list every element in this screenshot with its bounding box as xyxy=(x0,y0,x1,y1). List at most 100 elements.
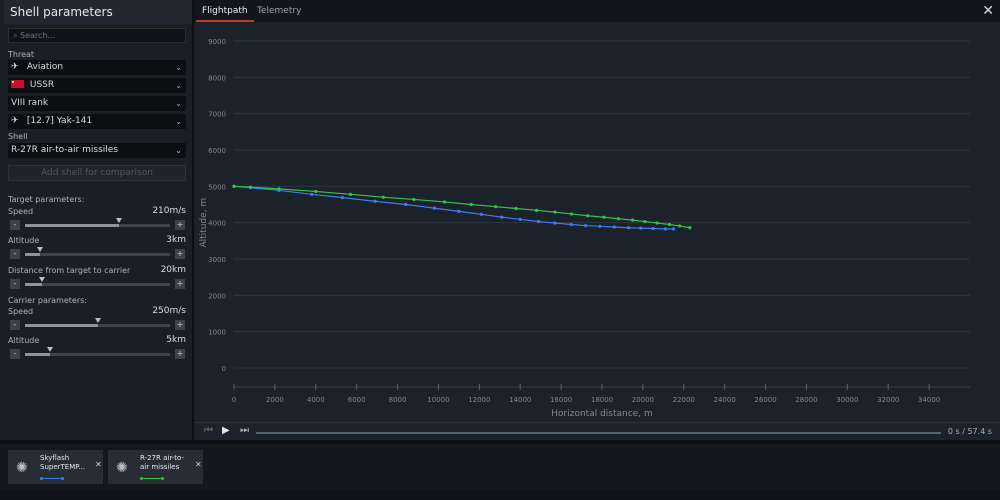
x-tick-label: 18000 xyxy=(591,396,613,404)
close-icon[interactable]: ✕ xyxy=(982,3,994,19)
x-tick-label: 8000 xyxy=(389,396,407,404)
panel-title: Shell parameters xyxy=(4,0,192,24)
comparison-card[interactable]: ✺ R-27R air-to-air missiles xyxy=(108,450,203,484)
data-point xyxy=(626,226,631,230)
slider-fill xyxy=(25,353,50,356)
distance-label: Distance from target to carrier xyxy=(8,266,131,275)
slider-thumb[interactable] xyxy=(39,277,46,282)
skip-back-icon[interactable]: ⏮ xyxy=(204,425,213,436)
timeline-scrubber[interactable] xyxy=(256,432,941,434)
x-tick-label: 4000 xyxy=(307,396,325,404)
playback-time: 0 s / 57.4 s xyxy=(948,427,992,436)
slider-fill xyxy=(25,224,120,227)
carrier-altitude-label: Altitude xyxy=(8,336,40,345)
carrier-speed-slider[interactable] xyxy=(25,318,170,327)
y-tick-label: 4000 xyxy=(208,220,226,228)
data-point xyxy=(469,202,473,207)
series-color-line xyxy=(140,477,164,480)
rank-select[interactable]: VIII rank ⌄ xyxy=(8,96,186,111)
data-point xyxy=(457,209,461,214)
data-point xyxy=(655,221,659,225)
slider-thumb[interactable] xyxy=(46,347,53,352)
tab-flightpath[interactable]: Flightpath xyxy=(196,0,254,22)
target-speed-slider[interactable] xyxy=(25,218,170,227)
data-point xyxy=(688,226,692,230)
carrier-speed-plus-button[interactable]: + xyxy=(175,320,185,330)
threat-type-select[interactable]: ✈ Aviation ⌄ xyxy=(8,60,186,75)
ussr-flag-icon xyxy=(11,80,24,88)
distance-slider[interactable] xyxy=(25,277,170,286)
x-tick-label: 20000 xyxy=(632,396,654,404)
comparison-bar: ✺ Skyflash SuperTEMP... ✕ ✺ R-27R air-to… xyxy=(0,444,1000,500)
total-time: 57.4 s xyxy=(967,427,992,436)
target-altitude-minus-button[interactable]: - xyxy=(10,249,20,259)
target-altitude-slider[interactable] xyxy=(25,247,170,256)
skip-forward-icon[interactable]: ⏭ xyxy=(240,425,249,436)
slider-thumb[interactable] xyxy=(94,318,101,323)
y-tick-label: 8000 xyxy=(208,74,226,82)
y-tick-label: 3000 xyxy=(208,256,226,264)
data-point xyxy=(534,208,539,212)
time-separator: / xyxy=(962,427,965,436)
carrier-altitude-slider[interactable] xyxy=(25,347,170,356)
carrier-altitude-plus-button[interactable]: + xyxy=(175,349,185,359)
data-point xyxy=(612,225,616,229)
distance-minus-button[interactable]: - xyxy=(10,279,20,289)
carrier-speed-value: 250m/s xyxy=(152,306,186,316)
carrier-altitude-minus-button[interactable]: - xyxy=(10,349,20,359)
shell-select[interactable]: R-27R air-to-air missiles ⌄ xyxy=(8,143,186,158)
play-icon[interactable]: ▶ xyxy=(222,425,230,436)
x-tick-label: 2000 xyxy=(266,396,284,404)
data-point xyxy=(651,226,655,231)
target-speed-value: 210m/s xyxy=(152,206,186,216)
carrier-speed-minus-button[interactable]: - xyxy=(10,320,20,330)
comparison-card[interactable]: ✺ Skyflash SuperTEMP... xyxy=(8,450,103,484)
data-point xyxy=(598,224,602,228)
data-point xyxy=(631,218,635,222)
target-altitude-value: 3km xyxy=(166,235,186,245)
data-point xyxy=(639,226,643,230)
distance-plus-button[interactable]: + xyxy=(175,279,185,289)
target-speed-minus-button[interactable]: - xyxy=(10,220,20,230)
remove-comparison-icon[interactable]: ✕ xyxy=(95,460,102,469)
vehicle-select[interactable]: ✈ [12.7] Yak-141 ⌄ xyxy=(8,114,186,129)
target-altitude-plus-button[interactable]: + xyxy=(175,249,185,259)
x-axis-label: Horizontal distance, m xyxy=(551,409,652,419)
add-shell-button[interactable]: Add shell for comparison xyxy=(8,165,186,181)
x-tick-label: 24000 xyxy=(714,396,736,404)
x-tick-label: 10000 xyxy=(427,396,449,404)
x-tick-label: 0 xyxy=(232,396,236,404)
x-tick-label: 30000 xyxy=(836,396,858,404)
target-altitude-label: Altitude xyxy=(8,236,40,245)
flightpath-chart: 0 1000 2000 3000 4000 5000 6000 7000 8000 9000 0 20… xyxy=(194,22,1000,420)
carrier-params-label: Carrier parameters: xyxy=(8,296,87,305)
vehicle-value: [12.7] Yak-141 xyxy=(26,116,93,126)
country-select[interactable]: USSR ⌄ xyxy=(8,78,186,93)
data-point xyxy=(553,221,557,225)
carrier-speed-label: Speed xyxy=(8,307,34,316)
data-point xyxy=(232,184,236,188)
x-tick-label: 28000 xyxy=(795,396,817,404)
series-line xyxy=(233,185,691,229)
main-area: Flightpath Telemetry ✕ 0 1000 2000 3000 4000… xyxy=(194,0,1000,440)
chevron-down-icon: ⌄ xyxy=(175,63,182,72)
threat-type-value: Aviation xyxy=(26,62,64,72)
remove-comparison-icon[interactable]: ✕ xyxy=(195,460,202,469)
data-point xyxy=(569,222,573,227)
tab-telemetry[interactable]: Telemetry xyxy=(251,0,307,22)
country-value: USSR xyxy=(29,80,55,90)
y-tick-label: 6000 xyxy=(208,147,226,155)
data-point xyxy=(678,224,682,228)
x-tick-label: 14000 xyxy=(509,396,531,404)
playback-bar: ⏮ ▶ ⏭ 0 s / 57.4 s xyxy=(194,422,1000,440)
slider-thumb[interactable] xyxy=(36,247,43,252)
search-input[interactable]: ⌕ Search... xyxy=(8,28,186,43)
target-speed-plus-button[interactable]: + xyxy=(175,220,185,230)
data-point xyxy=(663,227,667,231)
data-point xyxy=(586,214,590,218)
slider-thumb[interactable] xyxy=(116,218,123,223)
data-point xyxy=(553,210,557,214)
data-point xyxy=(348,192,353,196)
search-placeholder: Search... xyxy=(20,31,56,40)
data-point xyxy=(340,195,344,200)
